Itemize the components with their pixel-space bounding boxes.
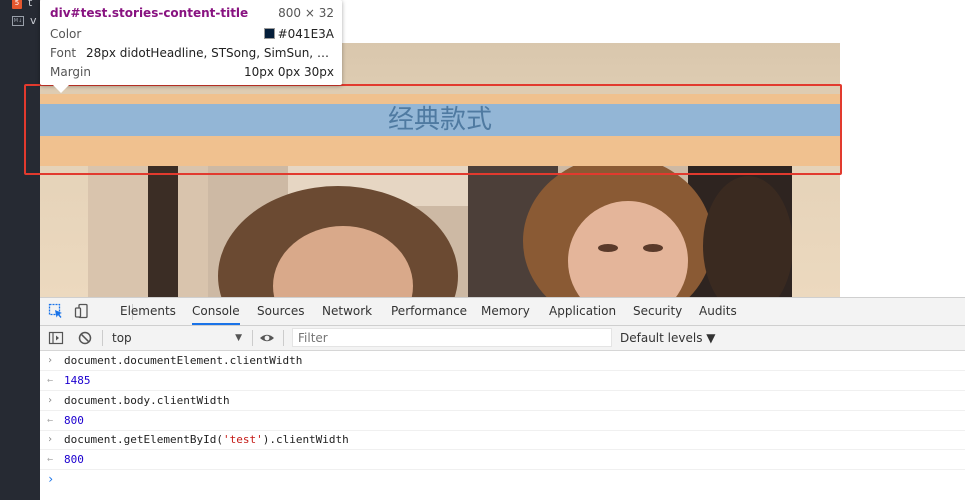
result-arrow-icon: ← bbox=[47, 375, 54, 386]
console-result: 800 bbox=[64, 453, 84, 466]
font-value: 28px didotHeadline, STSong, SimSun, san… bbox=[86, 46, 334, 60]
input-chevron-icon: › bbox=[47, 434, 54, 445]
console-result-line: ← 800 bbox=[40, 411, 965, 431]
margin-value: 10px 0px 30px bbox=[244, 65, 334, 79]
console-toolbar: top ▼ Default levels ▼ bbox=[40, 326, 965, 351]
markdown-file-icon: M↓ bbox=[12, 16, 24, 26]
tooltip-arrow bbox=[53, 85, 69, 93]
console-command: document.body.clientWidth bbox=[64, 394, 230, 407]
photo-illustration bbox=[88, 166, 792, 297]
dropdown-arrow-icon: ▼ bbox=[235, 333, 242, 343]
console-command: document.getElementById('test').clientWi… bbox=[64, 433, 349, 446]
toggle-sidebar-icon[interactable] bbox=[48, 330, 64, 346]
tooltip-margin-row: Margin 10px 0px 30px bbox=[50, 63, 334, 81]
margin-label: Margin bbox=[50, 65, 91, 79]
hero-photo bbox=[88, 166, 792, 297]
toolbar-separator bbox=[102, 330, 103, 346]
selector-tag: div bbox=[50, 6, 71, 20]
console-result: 1485 bbox=[64, 374, 91, 387]
input-chevron-icon: › bbox=[47, 395, 54, 406]
devtools-tabbar: Elements Console Sources Network Perform… bbox=[40, 298, 965, 326]
console-command: document.documentElement.clientWidth bbox=[64, 354, 303, 367]
font-label: Font bbox=[50, 46, 77, 60]
console-input-line: › document.body.clientWidth bbox=[40, 391, 965, 411]
tab-application[interactable]: Application bbox=[549, 298, 616, 325]
string-literal: 'test' bbox=[222, 433, 263, 446]
tab-network[interactable]: Network bbox=[322, 298, 372, 325]
inspect-element-icon[interactable] bbox=[48, 303, 64, 319]
color-label: Color bbox=[50, 27, 82, 41]
context-selector[interactable]: top ▼ bbox=[112, 328, 242, 348]
tab-performance[interactable]: Performance bbox=[391, 298, 467, 325]
context-value: top bbox=[112, 331, 132, 345]
tab-elements[interactable]: Elements bbox=[120, 298, 176, 325]
live-expression-eye-icon[interactable] bbox=[259, 330, 275, 346]
console-output: › document.documentElement.clientWidth ←… bbox=[40, 351, 965, 501]
toolbar-separator bbox=[283, 330, 284, 346]
console-result-line: ← 1485 bbox=[40, 371, 965, 391]
tooltip-selector: div#test.stories-content-title 800 × 32 bbox=[50, 4, 334, 22]
tab-memory[interactable]: Memory bbox=[481, 298, 530, 325]
tab-sources[interactable]: Sources bbox=[257, 298, 304, 325]
console-input-line: › document.getElementById('test').client… bbox=[40, 430, 965, 450]
console-result-line: ← 800 bbox=[40, 450, 965, 470]
input-chevron-icon: › bbox=[47, 355, 54, 366]
element-dimensions: 800 × 32 bbox=[278, 6, 334, 20]
element-highlight-box bbox=[24, 84, 842, 175]
selector-id-class: #test.stories-content-title bbox=[70, 6, 249, 20]
file-name: v bbox=[30, 14, 37, 27]
file-name: t bbox=[28, 0, 33, 9]
console-prompt-input[interactable]: › bbox=[47, 472, 54, 486]
editor-sidebar: 5t M↓ v bbox=[0, 0, 40, 500]
console-input-line: › document.documentElement.clientWidth bbox=[40, 351, 965, 371]
tab-console[interactable]: Console bbox=[192, 298, 240, 325]
tooltip-font-row: Font 28px didotHeadline, STSong, SimSun,… bbox=[50, 44, 334, 62]
log-levels-dropdown[interactable]: Default levels ▼ bbox=[620, 328, 716, 348]
color-value: #041E3A bbox=[277, 27, 334, 41]
clear-console-icon[interactable] bbox=[77, 330, 93, 346]
html-file-icon: 5 bbox=[12, 0, 22, 9]
result-arrow-icon: ← bbox=[47, 415, 54, 426]
device-toolbar-icon[interactable] bbox=[74, 303, 90, 319]
tab-audits[interactable]: Audits bbox=[699, 298, 737, 325]
filter-input[interactable] bbox=[292, 328, 612, 347]
tooltip-color-row: Color #041E3A bbox=[50, 25, 334, 43]
inspector-tooltip: div#test.stories-content-title 800 × 32 … bbox=[40, 0, 342, 85]
result-arrow-icon: ← bbox=[47, 454, 54, 465]
toolbar-separator bbox=[252, 330, 253, 346]
file-item[interactable]: 5t bbox=[0, 0, 32, 12]
file-item[interactable]: M↓ v bbox=[0, 14, 37, 30]
devtools-panel: Elements Console Sources Network Perform… bbox=[40, 297, 965, 501]
tab-security[interactable]: Security bbox=[633, 298, 682, 325]
color-swatch-icon bbox=[263, 28, 275, 39]
console-result: 800 bbox=[64, 414, 84, 427]
